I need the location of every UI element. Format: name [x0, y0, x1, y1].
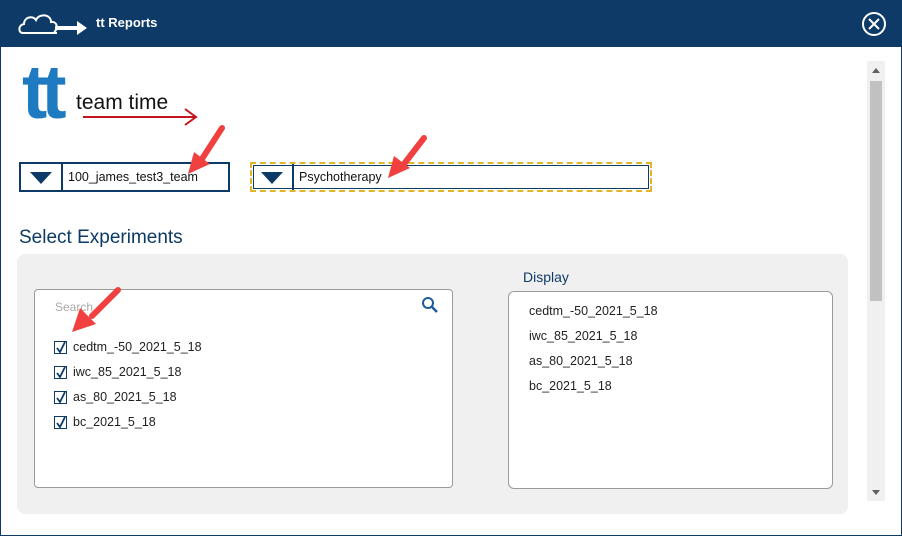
checkbox[interactable]	[54, 340, 67, 354]
logo-arrow-icon	[83, 107, 201, 132]
experiment-label: bc_2021_5_18	[73, 415, 156, 429]
experiment-checkbox-row[interactable]: bc_2021_5_18	[54, 412, 156, 432]
title-bar: tt Reports	[1, 1, 901, 47]
vertical-scrollbar[interactable]	[867, 61, 885, 501]
display-item: bc_2021_5_18	[529, 379, 612, 393]
chevron-down-icon	[252, 164, 294, 190]
experiments-panel: cedtm_-50_2021_5_18 iwc_85_2021_5_18 as_…	[17, 254, 848, 514]
section-title: Select Experiments	[19, 227, 183, 248]
main-content: tt team time 100_james_test3_team Psycho…	[1, 47, 867, 535]
scroll-down-icon[interactable]	[872, 490, 880, 495]
display-item: iwc_85_2021_5_18	[529, 329, 638, 343]
study-dropdown[interactable]: Psychotherapy	[250, 162, 652, 192]
experiment-label: iwc_85_2021_5_18	[73, 365, 182, 379]
window-title: tt Reports	[96, 15, 158, 30]
scroll-up-icon[interactable]	[872, 68, 880, 73]
experiment-checkbox-row[interactable]: iwc_85_2021_5_18	[54, 362, 181, 382]
tt-reports-window: tt Reports tt team time 100_james_test3_…	[0, 0, 902, 536]
experiment-list-box: cedtm_-50_2021_5_18 iwc_85_2021_5_18 as_…	[34, 289, 453, 488]
display-item: cedtm_-50_2021_5_18	[529, 304, 658, 318]
checkbox[interactable]	[54, 365, 67, 379]
cloud-arrow-icon	[17, 11, 89, 42]
checkbox[interactable]	[54, 390, 67, 404]
team-dropdown-value: 100_james_test3_team	[68, 170, 198, 184]
experiment-label: as_80_2021_5_18	[73, 390, 177, 404]
display-title: Display	[523, 269, 569, 285]
display-item: as_80_2021_5_18	[529, 354, 633, 368]
logo-mark: tt	[22, 50, 67, 135]
display-list-box: cedtm_-50_2021_5_18 iwc_85_2021_5_18 as_…	[508, 291, 833, 489]
search-icon[interactable]	[421, 296, 439, 319]
scrollbar-thumb[interactable]	[870, 81, 882, 301]
team-dropdown[interactable]: 100_james_test3_team	[19, 162, 230, 192]
checkbox[interactable]	[54, 415, 67, 429]
experiment-label: cedtm_-50_2021_5_18	[73, 340, 202, 354]
experiment-checkbox-row[interactable]: cedtm_-50_2021_5_18	[54, 337, 202, 357]
search-input[interactable]	[55, 300, 395, 314]
study-dropdown-value: Psychotherapy	[299, 170, 382, 184]
experiment-checkbox-row[interactable]: as_80_2021_5_18	[54, 387, 177, 407]
chevron-down-icon	[21, 164, 63, 190]
close-icon[interactable]	[861, 11, 887, 42]
